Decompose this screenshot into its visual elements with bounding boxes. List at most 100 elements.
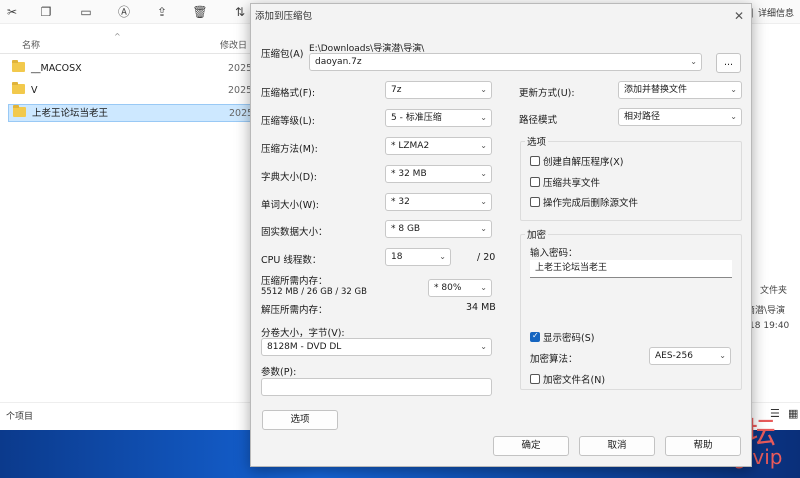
chevron-down-icon: ⌄	[480, 85, 487, 94]
list-item[interactable]: V 2025/1	[8, 82, 261, 100]
options-group-title: 选项	[525, 134, 549, 148]
path-mode-select[interactable]: 相对路径 ⌄	[618, 108, 742, 126]
path-mode-label: 路径模式	[519, 115, 558, 126]
folder-icon	[12, 60, 25, 72]
mem-decomp-value: 34 MB	[466, 302, 496, 313]
show-password-label: 显示密码(S)	[543, 333, 595, 344]
format-select[interactable]: 7z ⌄	[385, 81, 492, 99]
sfx-checkbox[interactable]: 创建自解压程序(X)	[530, 154, 623, 168]
list-item-selected[interactable]: 上老王论坛当老王 2025/1	[8, 104, 262, 122]
paste-icon[interactable]: ▭	[78, 4, 94, 20]
solid-value: * 8 GB	[391, 224, 421, 234]
chevron-down-icon[interactable]: ⌄	[690, 54, 697, 70]
checkbox-box	[530, 156, 540, 166]
delete-icon[interactable]: 🗑	[192, 4, 208, 20]
level-value: 5 - 标准压缩	[391, 113, 442, 123]
chevron-down-icon: ⌄	[480, 283, 487, 292]
update-label: 更新方式(U):	[519, 88, 575, 99]
cancel-button[interactable]: 取消	[579, 436, 655, 456]
column-header: 名称 ^ 修改日	[0, 32, 260, 54]
chevron-down-icon: ⌄	[730, 112, 737, 121]
column-name-header[interactable]: 名称	[22, 38, 40, 51]
split-value: 8128M - DVD DL	[267, 342, 342, 352]
checkbox-box	[530, 374, 540, 384]
folder-icon	[12, 82, 25, 94]
method-label: 压缩方法(M):	[261, 144, 318, 155]
chevron-down-icon: ⌄	[480, 224, 487, 233]
column-date-header[interactable]: 修改日	[220, 38, 247, 51]
detail-type: 文件夹	[760, 286, 788, 296]
level-label: 压缩等级(L):	[261, 116, 315, 127]
archive-name-input[interactable]: daoyan.7z ⌄	[309, 53, 702, 71]
checkbox-checked	[530, 331, 540, 342]
solid-select[interactable]: * 8 GB ⌄	[385, 220, 492, 238]
copy-icon[interactable]: ❐	[38, 4, 54, 20]
password-label: 输入密码：	[530, 248, 578, 259]
share-icon[interactable]: ⇪	[154, 4, 170, 20]
params-input[interactable]	[261, 378, 492, 396]
dict-select[interactable]: * 32 MB ⌄	[385, 165, 492, 183]
shared-label: 压缩共享文件	[543, 178, 601, 189]
cpu-value: 18	[391, 252, 403, 262]
tiles-view-icon[interactable]: ▦	[788, 407, 798, 420]
solid-label: 固实数据大小：	[261, 227, 328, 238]
checkbox-box	[530, 177, 540, 187]
method-value: * LZMA2	[391, 141, 430, 151]
chevron-down-icon: ⌄	[480, 169, 487, 178]
sort-icon[interactable]: ⇅	[232, 4, 248, 20]
checkbox-box	[530, 197, 540, 207]
split-label: 分卷大小，字节(V):	[261, 328, 345, 339]
mem-pct-value: * 80%	[434, 283, 462, 293]
word-label: 单词大小(W):	[261, 200, 320, 211]
delete-after-checkbox[interactable]: 操作完成后删除源文件	[530, 195, 638, 209]
sort-up-icon: ^	[114, 32, 121, 41]
enc-method-value: AES-256	[655, 351, 693, 361]
show-password-checkbox[interactable]: 显示密码(S)	[530, 330, 594, 344]
cpu-select[interactable]: 18 ⌄	[385, 248, 451, 266]
update-select[interactable]: 添加并替换文件 ⌄	[618, 81, 742, 99]
rename-icon[interactable]: Ⓐ	[116, 4, 132, 20]
sfx-label: 创建自解压程序(X)	[543, 157, 624, 168]
word-value: * 32	[391, 197, 410, 207]
encrypt-names-checkbox[interactable]: 加密文件名(N)	[530, 372, 605, 386]
details-label[interactable]: 详细信息	[758, 6, 794, 19]
params-label: 参数(P):	[261, 367, 297, 378]
dialog-title: 添加到压缩包	[255, 11, 313, 22]
chevron-down-icon: ⌄	[480, 342, 487, 351]
item-count: 个项目	[6, 412, 34, 422]
delete-after-label: 操作完成后删除源文件	[543, 198, 639, 209]
encryption-group-title: 加密	[525, 227, 549, 241]
detail-time: /18 19:40	[746, 321, 790, 331]
password-input[interactable]: 上老王论坛当老王	[530, 260, 732, 278]
path-mode-value: 相对路径	[624, 112, 661, 122]
update-value: 添加并替换文件	[624, 85, 688, 95]
chevron-down-icon: ⌄	[730, 85, 737, 94]
dict-value: * 32 MB	[391, 169, 427, 179]
cut-icon[interactable]: ✂	[4, 4, 20, 20]
mem-pct-select[interactable]: * 80% ⌄	[428, 279, 492, 297]
method-select[interactable]: * LZMA2 ⌄	[385, 137, 492, 155]
ok-button[interactable]: 确定	[493, 436, 569, 456]
level-select[interactable]: 5 - 标准压缩 ⌄	[385, 109, 492, 127]
enc-method-select[interactable]: AES-256 ⌄	[649, 347, 731, 365]
chevron-down-icon: ⌄	[480, 141, 487, 150]
add-to-archive-dialog: 添加到压缩包 ✕ 压缩包(A) E:\Downloads\导演潜\导演\ dao…	[250, 3, 752, 467]
close-icon[interactable]: ✕	[731, 8, 747, 24]
format-label: 压缩格式(F):	[261, 88, 316, 99]
cpu-max: / 20	[477, 252, 496, 263]
shared-checkbox[interactable]: 压缩共享文件	[530, 175, 600, 189]
cpu-label: CPU 线程数：	[261, 255, 322, 266]
encrypt-names-label: 加密文件名(N)	[543, 375, 606, 386]
help-button[interactable]: 帮助	[665, 436, 741, 456]
format-value: 7z	[391, 85, 402, 95]
word-select[interactable]: * 32 ⌄	[385, 193, 492, 211]
split-select[interactable]: 8128M - DVD DL ⌄	[261, 338, 492, 356]
archive-name-value: daoyan.7z	[315, 57, 362, 67]
list-item[interactable]: __MACOSX 2025/1	[8, 60, 261, 78]
options-button[interactable]: 选项	[262, 410, 338, 430]
mem-comp-label: 压缩所需内存：	[261, 276, 328, 287]
browse-button[interactable]: ...	[716, 53, 741, 73]
file-name: 上老王论坛当老王	[32, 108, 109, 119]
mem-decomp-label: 解压所需内存：	[261, 305, 328, 316]
archive-label: 压缩包(A)	[261, 49, 304, 60]
